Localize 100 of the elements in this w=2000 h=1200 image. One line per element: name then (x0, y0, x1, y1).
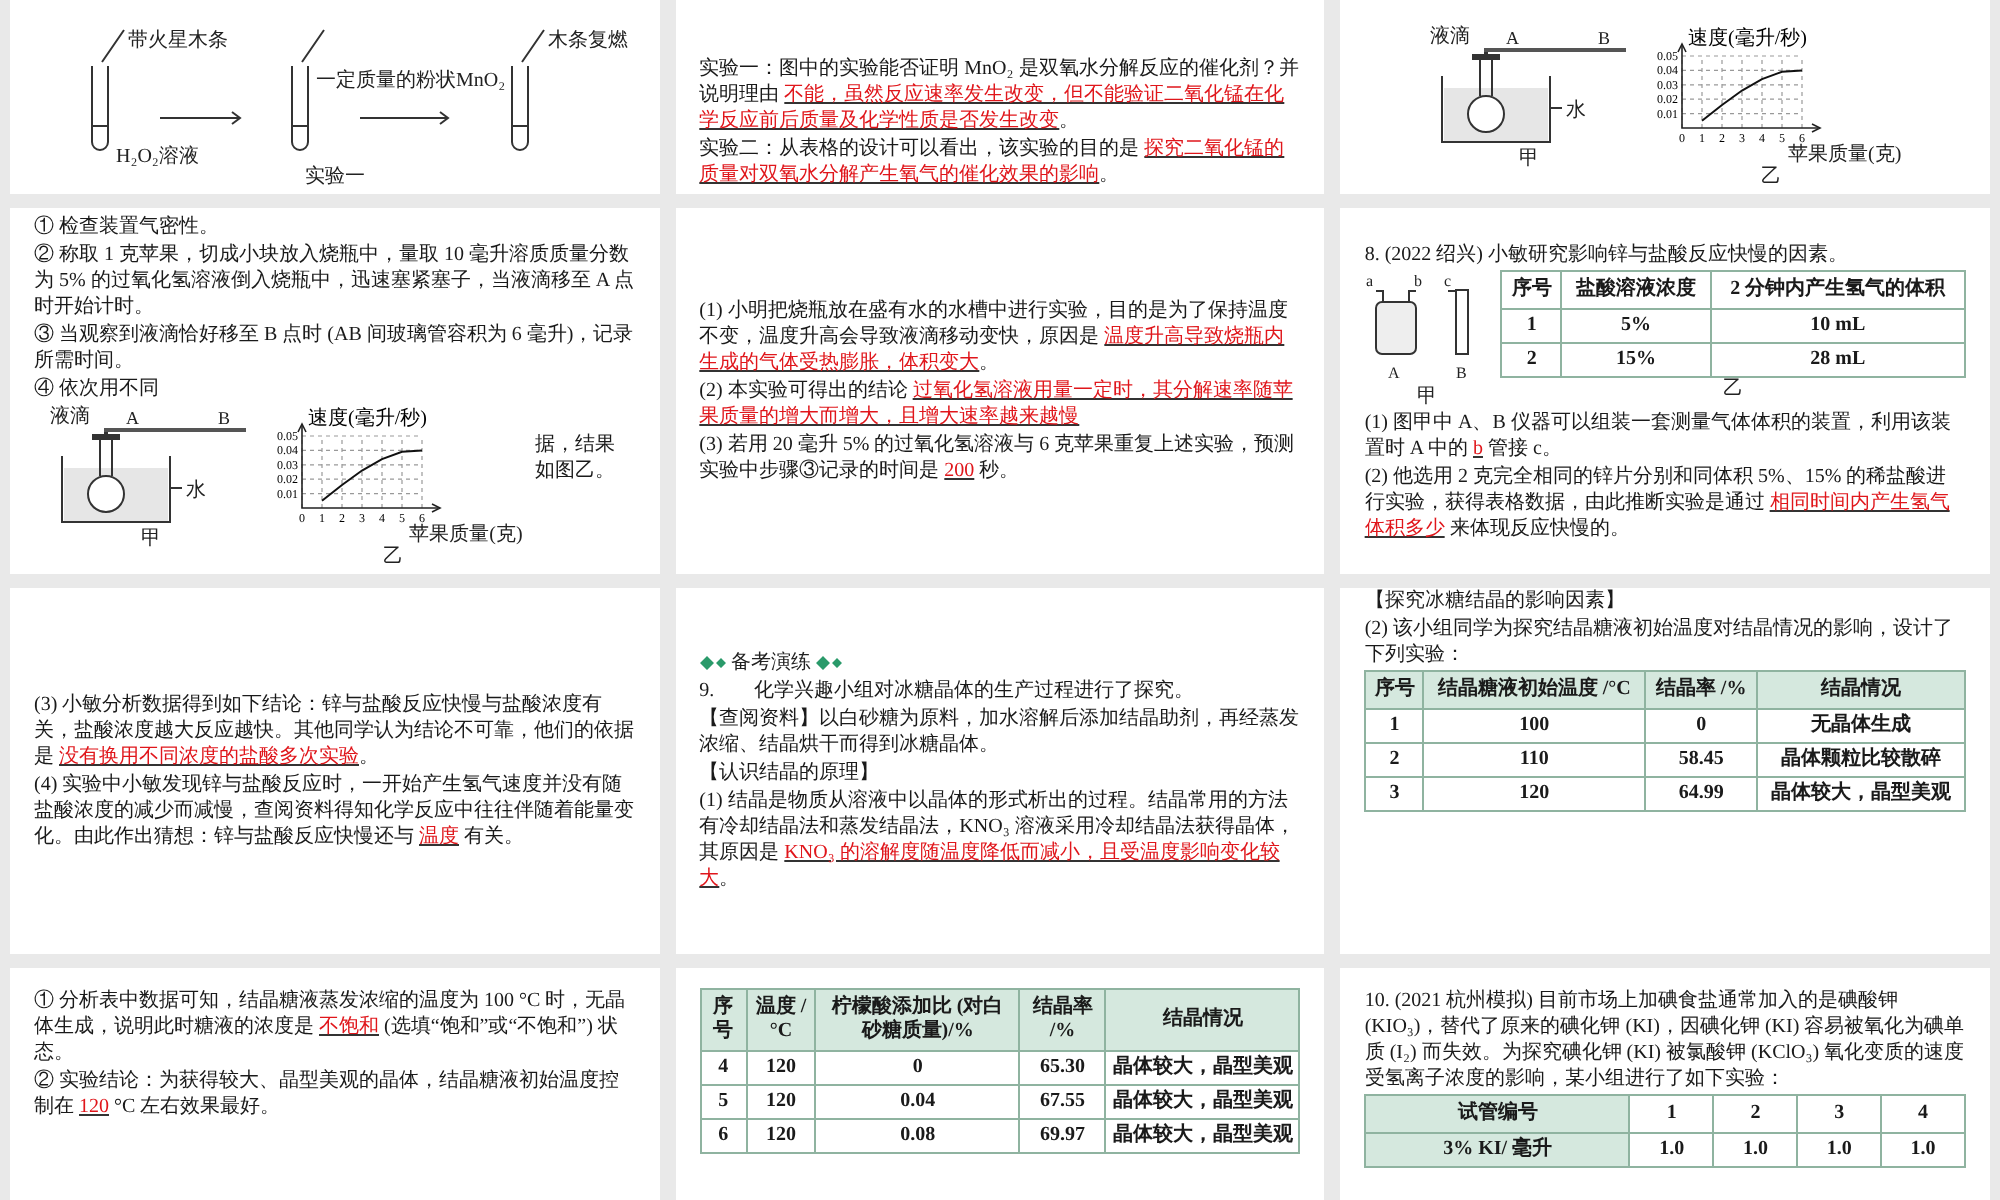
slide-thumbnail[interactable]: 备考演练 9. 化学兴趣小组对冰糖晶体的生产过程进行了探究。 【查阅资料】以白砂糖为原料，加水溶解后添加结晶助剂，再经蒸发浓缩、结晶烘干而得到冰糖晶体。 【认识结晶的原理】 (1) 结晶是物质从溶液中以晶体的形式析出的过程。结晶常用的方法有冷却结晶法和蒸发结晶法，KNO₃ 溶液采用冷却结晶法获得晶体，其原因是 KNO₃ 的溶解度随温度降低而减小，且受温度影响变化较大。 (675, 588, 1325, 954)
slide-thumbnail[interactable]: 实验一：图中的实验能否证明 MnO₂ 是双氧水分解反应的催化剂？并说明理由 不能，虽然反应速率发生改变，但不能验证二氧化锰在化学反应前后质量及化学性质是否发生改变。 实验二：从表格的设计可以看出，该实验的目的是 探究二氧化锰的质量对双氧水分解产生氧气的催化效果的影响。 (675, 0, 1325, 194)
table-cell: 100 (1423, 709, 1646, 743)
figure-caption: 甲 (140, 528, 161, 550)
axis-title: 速度(毫升/秒) (308, 408, 428, 430)
figure-caption: 甲 (1519, 148, 1540, 170)
figure-label: A (126, 408, 140, 428)
question-text: ① 检查装置气密性。 (34, 214, 221, 240)
slide-thumbnail[interactable]: 【探究冰糖结晶的影响因素】 (2) 该小组同学为探究结晶糖液初始温度对结晶情况的影响，设计了下列实验： 序号 结晶糖液初始温度 /°C 结晶率 /% 结晶情况 1 100 0 无晶体生成 2 110 58.45 晶体颗粒比较散碎 3 120 64.99 晶体较大，晶型美观 (1340, 588, 1990, 954)
question-text: 【探究冰糖结晶的影响因素】 (1364, 588, 1627, 614)
figure-label: B (218, 408, 231, 428)
column-header: 4 (1881, 1095, 1965, 1133)
table-cell: 120 (1423, 777, 1646, 811)
column-header: 序号 (1365, 671, 1424, 709)
slide-thumbnail[interactable]: 序号 温度 /°C 柠檬酸添加比 (对白砂糖质量)/% 结晶率 /% 结晶情况 4 120 0 65.30 晶体较大，晶型美观 5 120 0.04 67.55 晶体较大，晶型美观 6 120 0.08 69.97 晶体较大，晶型美观 (675, 968, 1325, 1200)
figure-label: A (1388, 363, 1401, 381)
table-cell: 0 (815, 1051, 1020, 1085)
axis-title: 速度(毫升/秒) (1687, 28, 1807, 50)
figure-label: c (1444, 271, 1452, 289)
column-header: 盐酸溶液浓度 (1561, 270, 1711, 308)
diamond-icon (699, 656, 728, 670)
table-cell: 64.99 (1645, 777, 1758, 811)
axis-title: 苹果质量(克) (409, 524, 523, 546)
column-header: 温度 /°C (746, 989, 816, 1051)
figure-caption: 甲 (1416, 385, 1437, 407)
column-header: 结晶情况 (1105, 989, 1300, 1051)
table-cell: 110 (1423, 743, 1646, 777)
figure-label: B (1597, 28, 1610, 48)
column-header: 结晶率 /% (1019, 989, 1106, 1051)
question-text: ③ 当观察到液滴恰好移至 B 点时 (AB 间玻璃管容积为 6 毫升)，记录所需时间。 (34, 322, 636, 374)
slide-thumbnail[interactable]: 10. (2021 杭州模拟) 目前市场上加碘食盐通常加入的是碘酸钾 (KIO₃)，替代了原来的碘化钾 (KI)，因碘化钾 (KI) 容易被氧化为碘单质 (I₂) 而失效。为探究碘化钾 (KI) 被氯酸钾 (KClO₃) 氧化变质的速度受氢离子浓度的影响，某小组进行了如下实验： 试管编号 1 2 3 4 3% KI/ 毫升 1.0 1.0 1.0 1.0 (1340, 968, 1990, 1200)
question-text: (3) 小敏分析数据得到如下结论：锌与盐酸反应快慢与盐酸浓度有关，盐酸浓度越大反应越快。其他同学认为结论不可靠，他们的依据是 没有换用不同浓度的盐酸多次实验。 (34, 692, 636, 770)
slide-thumbnail[interactable]: (3) 小敏分析数据得到如下结论：锌与盐酸反应快慢与盐酸浓度有关，盐酸浓度越大反应越快。其他同学认为结论不可靠，他们的依据是 没有换用不同浓度的盐酸多次实验。 (4) 实验中小敏发现锌与盐酸反应时，一开始产生氢气速度并没有随盐酸浓度的减少而减慢，查阅资料得知化学反应中往往伴随着能量变化。由此作出猜想：锌与盐酸反应快慢还与 温度 有关。 (10, 588, 660, 954)
table-cell: 120 (746, 1119, 816, 1153)
table-cell: 晶体较大，晶型美观 (1757, 777, 1965, 811)
question-text: 8. (2022 绍兴) 小敏研究影响锌与盐酸反应快慢的因素。 (1364, 241, 1850, 267)
figure-caption: 乙 (1723, 377, 1744, 399)
question-text: 据，结果如图乙。 (534, 431, 617, 484)
table-cell: 10 mL (1710, 308, 1965, 342)
table-cell: 0.08 (815, 1119, 1020, 1153)
figure-caption: 实验一 (304, 166, 365, 188)
slide-thumbnail[interactable]: 带火星木条 一定质量的粉状MnO₂ 木条复燃 H₂O₂溶液 实验一 (10, 0, 660, 194)
table-cell: 1 (1365, 709, 1424, 743)
question-text: (4) 实验中小敏发现锌与盐酸反应时，一开始产生氢气速度并没有随盐酸浓度的减少而减慢，查阅资料得知化学反应中往往伴随着能量变化。由此作出猜想：锌与盐酸反应快慢还与 温度 有关。 (34, 772, 636, 850)
column-header: 柠檬酸添加比 (对白砂糖质量)/% (815, 989, 1020, 1051)
column-header: 结晶情况 (1757, 671, 1965, 709)
column-header: 序号 (700, 989, 747, 1051)
table-cell: 5 (700, 1085, 747, 1119)
table-cell: 0.04 (815, 1085, 1020, 1119)
figure-caption: 乙 (1761, 166, 1782, 188)
table-cell: 120 (746, 1085, 816, 1119)
slide-thumbnail[interactable] (1340, 208, 1990, 574)
table-cell: 65.30 (1019, 1051, 1106, 1085)
table-cell: 28 mL (1710, 342, 1965, 376)
slide-thumbnail[interactable]: ① 分析表中数据可知，结晶糖液蒸发浓缩的温度为 100 °C 时，无晶体生成，说明此时糖液的浓度是 不饱和 (选填“饱和”或“不饱和”) 状态。 ② 实验结论：为获得较大、晶型美观的晶体，结晶糖液初始温度控制在 120 °C 左右效果最好。 (10, 968, 660, 1200)
table-cell: 1.0 (1881, 1133, 1965, 1167)
data-line (1700, 69, 1803, 122)
question-text: 9. 化学兴趣小组对冰糖晶体的生产过程进行了探究。 (699, 677, 1197, 703)
figure-caption: 乙 (382, 546, 403, 568)
slide-thumbnail[interactable] (10, 208, 660, 574)
figure-label: 水 (186, 480, 207, 502)
column-header: 序号 (1501, 270, 1562, 308)
table-cell: 无晶体生成 (1757, 709, 1965, 743)
section-label: 备考演练 (731, 651, 812, 675)
figure-label: 液滴 (1429, 26, 1470, 48)
question-text: ① 分析表中数据可知，结晶糖液蒸发浓缩的温度为 100 °C 时，无晶体生成，说明此时糖液的浓度是 不饱和 (选填“饱和”或“不饱和”) 状态。 (34, 988, 628, 1066)
column-header: 3 (1797, 1095, 1882, 1133)
question-text: (1) 结晶是物质从溶液中以晶体的形式析出的过程。结晶常用的方法有冷却结晶法和蒸发结晶法，KNO₃ 溶液采用冷却结晶法获得晶体，其原因是 KNO₃ 的溶解度随温度降低而减小，且受温度影响变化较大。 (699, 787, 1297, 891)
column-header: 试管编号 (1365, 1095, 1630, 1133)
gas-apparatus-drawing (1375, 288, 1470, 354)
question-text: 10. (2021 杭州模拟) 目前市场上加碘食盐通常加入的是碘酸钾 (KIO₃)，替代了原来的碘化钾 (KI)，因碘化钾 (KI) 容易被氧化为碘单质 (I₂) 而失效。为探究碘化钾 (KI) 被氯酸钾 (KClO₃) 氧化变质的速度受氢离子浓度的影响，某小组进行了如下实验： (1364, 988, 1966, 1092)
question-text: (2) 本实验可得出的结论 过氧化氢溶液用量一定时，其分解速率随苹果质量的增大而增大，且增大速率越来越慢 (699, 378, 1295, 430)
data-line (321, 449, 424, 502)
question-text: (3) 若用 20 毫升 5% 的过氧化氢溶液与 6 克苹果重复上述实验，预测实验中步骤③记录的时间是 200 秒。 (699, 432, 1297, 484)
table-cell: 67.55 (1019, 1085, 1106, 1119)
figure-label: 水 (1565, 100, 1586, 122)
table-cell: 晶体较大，晶型美观 (1105, 1085, 1300, 1119)
question-text: 实验二：从表格的设计可以看出，该实验的目的是 探究二氧化锰的质量对双氧水分解产生氧气的催化效果的影响。 (699, 136, 1287, 188)
question-text: (1) 小明把烧瓶放在盛有水的水槽中进行实验，目的是为了保持温度不变，温度升高会导致液滴移动变快，原因是 温度升高导致烧瓶内生成的气体受热膨胀，体积变大。 (699, 298, 1290, 376)
figure-label: H₂O₂溶液 (115, 146, 199, 166)
table-cell: 1.0 (1797, 1133, 1882, 1167)
question-text: 【查阅资料】以白砂糖为原料，加水溶解后添加结晶助剂，再经蒸发浓缩、结晶烘干而得到冰糖晶体。 (699, 705, 1301, 757)
figure-label: 液滴 (50, 406, 91, 428)
figure-label: 一定质量的粉状MnO₂ (315, 70, 505, 92)
figure-label: b (1414, 271, 1423, 289)
slide-thumbnail[interactable]: (1) 小明把烧瓶放在盛有水的水槽中进行实验，目的是为了保持温度不变，温度升高会导致液滴移动变快，原因是 温度升高导致烧瓶内生成的气体受热膨胀，体积变大。 (2) 本实验可得出的结论 过氧化氢溶液用量一定时，其分解速率随苹果质量的增大而增大，且增大速率越来越慢 (3) 若用 20 毫升 5% 的过氧化氢溶液与 6 克苹果重复上述实验，预测实验中步骤③记录的时间是 200 秒。 (675, 208, 1325, 574)
question-text: 实验一：图中的实验能否证明 MnO₂ 是双氧水分解反应的催化剂？并说明理由 不能，虽然反应速率发生改变，但不能验证二氧化锰在化学反应前后质量及化学性质是否发生改变。 (699, 56, 1301, 134)
question-text: ④ 依次用不同 (34, 376, 161, 402)
question-text: (2) 他选用 2 克完全相同的锌片分别和同体积 5%、15% 的稀盐酸进行实验，获得表格数据，由此推断实验是通过 相同时间内产生氢气体积多少 来体现反应快慢的。 (1364, 463, 1952, 541)
axis-title: 苹果质量(克) (1787, 144, 1902, 166)
table-cell: 4 (700, 1051, 747, 1085)
table-cell: 2 (1501, 342, 1562, 376)
figure-label: A (1505, 28, 1519, 48)
question-text: ② 称取 1 克苹果，切成小块放入烧瓶中，量取 10 毫升溶质质量分数为 5% 的过氧化氢溶液倒入烧瓶中，迅速塞紧塞子，当液滴移至 A 点时开始计时。 (34, 242, 636, 320)
table-cell: 58.45 (1645, 743, 1758, 777)
table-cell: 3% KI/ 毫升 (1365, 1133, 1630, 1167)
column-header: 2 (1713, 1095, 1798, 1133)
column-header: 1 (1629, 1095, 1714, 1133)
column-header: 结晶率 /% (1645, 671, 1758, 709)
table-cell: 1.0 (1629, 1133, 1714, 1167)
